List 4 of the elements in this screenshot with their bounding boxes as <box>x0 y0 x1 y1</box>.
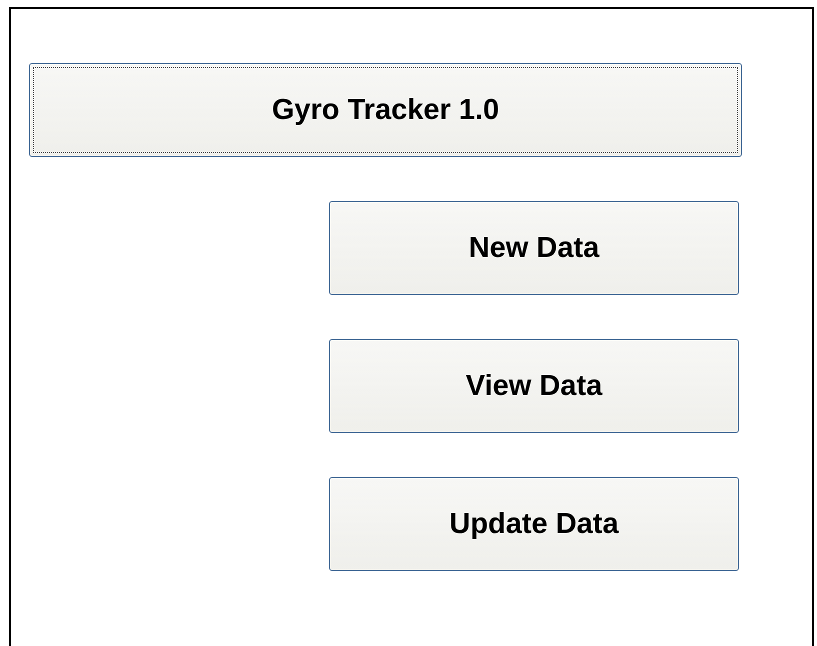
menu-button[interactable]: View Data <box>329 339 739 433</box>
menu-button[interactable]: New Data <box>329 201 739 295</box>
title-button[interactable]: Gyro Tracker 1.0 <box>29 63 742 157</box>
menu-button[interactable]: Update Data <box>329 477 739 571</box>
